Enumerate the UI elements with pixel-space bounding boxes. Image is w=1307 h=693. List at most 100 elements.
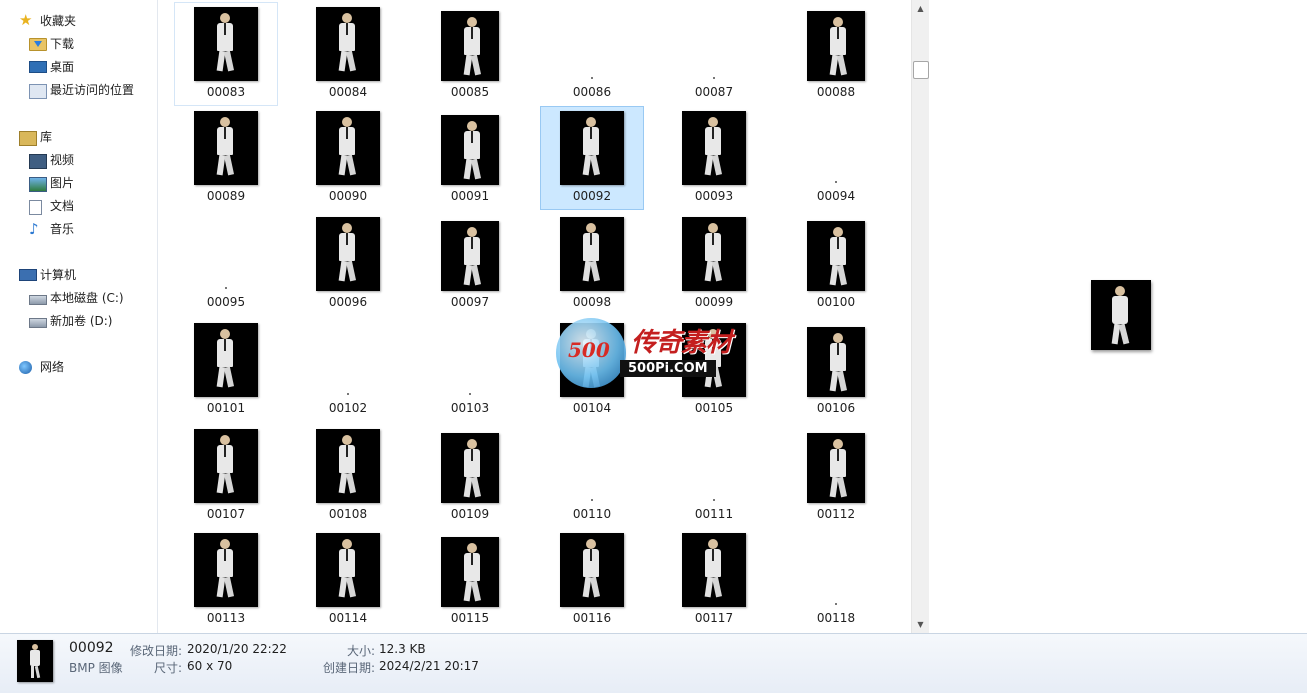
nav-item-drive-d[interactable]: 新加卷 (D:) — [0, 310, 157, 333]
file-thumbnail — [194, 429, 258, 503]
file-item[interactable]: 00110 — [540, 424, 644, 528]
file-item[interactable]: 00103 — [418, 318, 522, 422]
file-name: 00099 — [694, 295, 734, 309]
file-item[interactable]: 00111 — [662, 424, 766, 528]
music-note-icon: ♪ — [29, 220, 39, 238]
nav-item-drive-c[interactable]: 本地磁盘 (C:) — [0, 287, 157, 310]
file-item[interactable]: 00088 — [784, 2, 888, 106]
file-item[interactable]: 00097 — [418, 212, 522, 316]
file-item[interactable]: 00092 — [540, 106, 644, 210]
file-item[interactable]: 00083 — [174, 2, 278, 106]
nav-item-label: 文档 — [50, 199, 75, 213]
file-item[interactable]: 00114 — [296, 528, 400, 632]
empty-thumbnail — [591, 77, 593, 79]
file-view: 00083 00084 00085 00086 00087 00088 00089 00090… — [158, 0, 910, 633]
file-name: 00112 — [816, 507, 856, 521]
file-item[interactable]: 00085 — [418, 2, 522, 106]
file-item[interactable]: 00117 — [662, 528, 766, 632]
scroll-up-icon[interactable]: ▲ — [912, 0, 929, 17]
file-thumbnail — [682, 533, 746, 607]
file-name: 00108 — [328, 507, 368, 521]
nav-libraries-label: 库 — [40, 130, 53, 144]
file-thumbnail — [807, 11, 865, 81]
file-name: 00101 — [206, 401, 246, 415]
nav-item-downloads[interactable]: 下载 — [0, 33, 157, 56]
file-name: 00116 — [572, 611, 612, 625]
hard-drive-icon — [29, 295, 47, 305]
nav-item-videos[interactable]: 视频 — [0, 149, 157, 172]
file-item[interactable]: 00093 — [662, 106, 766, 210]
vertical-scrollbar[interactable]: ▲ ▼ — [911, 0, 929, 633]
nav-network[interactable]: 网络 — [0, 356, 157, 379]
file-thumbnail — [807, 221, 865, 291]
details-created-label: 创建日期: — [323, 661, 376, 675]
recent-places-icon — [29, 84, 47, 99]
file-item[interactable]: 00094 — [784, 106, 888, 210]
file-thumbnail — [316, 7, 380, 81]
file-item[interactable]: 00084 — [296, 2, 400, 106]
file-item[interactable]: 00116 — [540, 528, 644, 632]
details-pane: 00092 BMP 图像 修改日期: 2020/1/20 22:22 尺寸: 6… — [0, 633, 1307, 693]
nav-item-documents[interactable]: 文档 — [0, 195, 157, 218]
file-name: 00093 — [694, 189, 734, 203]
nav-item-pictures[interactable]: 图片 — [0, 172, 157, 195]
file-thumbnail — [560, 533, 624, 607]
file-name: 00105 — [694, 401, 734, 415]
nav-libraries[interactable]: 库 — [0, 126, 157, 149]
file-item[interactable]: 00098 — [540, 212, 644, 316]
favorites-group: ★ 收藏夹 下载 桌面 最近访问的位置 — [0, 10, 157, 102]
file-item[interactable]: 00095 — [174, 212, 278, 316]
nav-item-music[interactable]: ♪ 音乐 — [0, 218, 157, 241]
nav-favorites[interactable]: ★ 收藏夹 — [0, 10, 157, 33]
scroll-down-icon[interactable]: ▼ — [912, 616, 929, 633]
file-thumbnail — [194, 533, 258, 607]
file-item[interactable]: 00101 — [174, 318, 278, 422]
file-item[interactable]: 00107 — [174, 424, 278, 528]
file-item[interactable]: 00096 — [296, 212, 400, 316]
nav-item-label: 图片 — [50, 176, 75, 190]
nav-item-label: 最近访问的位置 — [50, 83, 135, 97]
file-item[interactable]: 00086 — [540, 2, 644, 106]
file-name: 00104 — [572, 401, 612, 415]
file-item[interactable]: 00108 — [296, 424, 400, 528]
file-item[interactable]: 00099 — [662, 212, 766, 316]
file-item[interactable]: 00112 — [784, 424, 888, 528]
empty-thumbnail — [713, 499, 715, 501]
file-item[interactable]: 00089 — [174, 106, 278, 210]
file-item[interactable]: 00109 — [418, 424, 522, 528]
file-item[interactable]: 00090 — [296, 106, 400, 210]
nav-computer[interactable]: 计算机 — [0, 264, 157, 287]
file-item[interactable]: 00106 — [784, 318, 888, 422]
scrollbar-thumb[interactable] — [913, 61, 929, 79]
empty-thumbnail — [225, 287, 227, 289]
details-dimensions-value[interactable]: 60 x 70 — [187, 659, 232, 673]
nav-item-desktop[interactable]: 桌面 — [0, 56, 157, 79]
details-size-value[interactable]: 12.3 KB — [379, 642, 426, 656]
watermark-chinese: 传奇素材 — [631, 328, 732, 358]
file-item[interactable]: 00087 — [662, 2, 766, 106]
file-item[interactable]: 00100 — [784, 212, 888, 316]
file-name: 00095 — [206, 295, 246, 309]
file-thumbnail — [316, 533, 380, 607]
nav-item-recent-places[interactable]: 最近访问的位置 — [0, 79, 157, 102]
nav-item-label: 新加卷 (D:) — [50, 314, 113, 328]
file-item[interactable]: 00091 — [418, 106, 522, 210]
details-thumbnail — [17, 640, 53, 682]
desktop-icon — [29, 61, 47, 73]
file-thumbnail — [316, 111, 380, 185]
file-name: 00090 — [328, 189, 368, 203]
nav-item-label: 下载 — [50, 37, 75, 51]
file-name: 00088 — [816, 85, 856, 99]
details-created-value[interactable]: 2024/2/21 20:17 — [379, 659, 479, 673]
file-item[interactable]: 00115 — [418, 528, 522, 632]
watermark-numerals: 500 — [568, 338, 610, 362]
nav-favorites-label: 收藏夹 — [40, 14, 77, 28]
details-modified-label: 修改日期: — [130, 644, 183, 658]
file-item[interactable]: 00113 — [174, 528, 278, 632]
file-item[interactable]: 00102 — [296, 318, 400, 422]
file-name: 00110 — [572, 507, 612, 521]
file-thumbnail — [807, 327, 865, 397]
file-name: 00114 — [328, 611, 368, 625]
details-modified-value[interactable]: 2020/1/20 22:22 — [187, 642, 287, 656]
file-item[interactable]: 00118 — [784, 528, 888, 632]
